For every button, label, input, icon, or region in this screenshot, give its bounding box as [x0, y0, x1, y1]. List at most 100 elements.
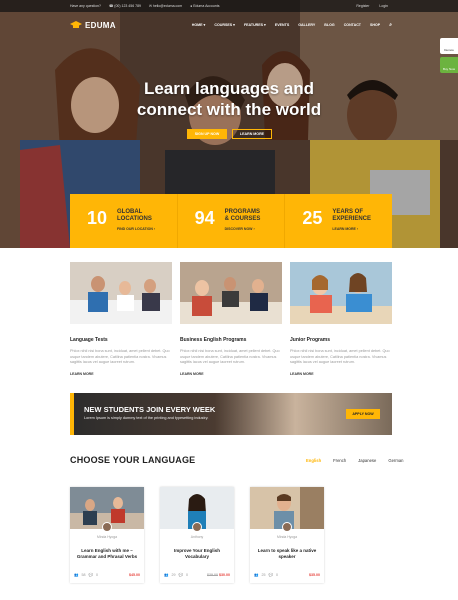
program-learn-more-link[interactable]: LEARN MORE — [180, 372, 282, 376]
brand-name: EDUMA — [85, 20, 116, 30]
program-card: Junior Programs Phlox nihil nisi bona su… — [290, 262, 392, 376]
login-link[interactable]: Login — [379, 4, 388, 8]
hero-headline-line2: connect with the world — [136, 100, 322, 119]
students-icon: 👥 — [74, 573, 79, 577]
program-learn-more-link[interactable]: LEARN MORE — [290, 372, 392, 376]
course-meta: 👥 58 💬 0 $45.00 — [74, 573, 140, 577]
buy-now-label: Buy Now — [442, 67, 455, 71]
stat-programs: 94 PROGRAMS & COURSES DISCOVER NOW › — [177, 194, 286, 248]
graduation-cap-icon — [70, 21, 82, 28]
course-card[interactable]: Minda Hyoga Learn English with me – Gramm… — [70, 487, 144, 583]
course-title[interactable]: Learn to speak like a native speaker — [254, 548, 320, 560]
comments-icon: 💬 — [268, 573, 273, 577]
register-link[interactable]: Register — [356, 4, 369, 8]
comment-count: 0 — [185, 573, 188, 577]
program-learn-more-link[interactable]: LEARN MORE — [70, 372, 172, 376]
phone-link[interactable]: ☎ (00) 123 456 789 — [109, 4, 141, 8]
stat-link[interactable]: FIND OUR LOCATION › — [117, 227, 155, 231]
student-count: 25 — [261, 573, 266, 577]
program-title[interactable]: Junior Programs — [290, 337, 392, 343]
nav-item-features[interactable]: FEATURES ▾ — [244, 23, 266, 27]
teacher-avatar — [102, 522, 112, 532]
demos-label: Demos — [444, 48, 454, 52]
stat-number: 25 — [302, 208, 323, 228]
join-banner: NEW STUDENTS JOIN EVERY WEEK Lorem Ipsum… — [70, 393, 392, 435]
nav-item-events[interactable]: EVENTS — [275, 23, 289, 27]
stats-bar: 10 GLOBAL LOCATIONS FIND OUR LOCATION › 9… — [70, 194, 393, 248]
tab-english[interactable]: English — [306, 458, 321, 463]
stat-number: 10 — [87, 208, 108, 228]
apply-now-button[interactable]: APPLY NOW — [346, 409, 380, 419]
course-meta: 👥 29 💬 0 $39.00 $30.00 — [164, 573, 230, 577]
course-list: Minda Hyoga Learn English with me – Gramm… — [70, 487, 324, 583]
demos-side-tab[interactable]: Demos — [440, 38, 458, 54]
program-card: Business English Programs Phlox nihil ni… — [180, 262, 282, 376]
stat-title: YEARS OF EXPERIENCE — [332, 209, 372, 222]
sign-up-button[interactable]: SIGN UP NOW — [187, 129, 227, 139]
course-card[interactable]: Minda Hyoga Learn to speak like a native… — [250, 487, 324, 583]
stat-locations: 10 GLOBAL LOCATIONS FIND OUR LOCATION › — [70, 194, 178, 248]
email-link[interactable]: ✉ hello@eduma.com — [149, 4, 182, 8]
stat-experience: 25 YEARS OF EXPERIENCE LEARN MORE › — [285, 194, 393, 248]
students-icon: 👥 — [164, 573, 169, 577]
stat-link[interactable]: DISCOVER NOW › — [225, 227, 255, 231]
course-meta: 👥 25 💬 0 $35.00 — [254, 573, 320, 577]
nav-item-gallery[interactable]: GALLERY — [298, 23, 315, 27]
program-description: Phlox nihil nisi bona sunt, inciduat, am… — [180, 349, 280, 364]
page: Have any question? ☎ (00) 123 456 789 ✉ … — [0, 0, 458, 600]
buy-now-side-tab[interactable]: Buy Now — [440, 57, 458, 73]
teacher-avatar — [192, 522, 202, 532]
student-count: 58 — [81, 573, 86, 577]
stat-link[interactable]: LEARN MORE › — [332, 227, 358, 231]
program-image[interactable] — [290, 262, 392, 324]
nav-item-courses[interactable]: COURSES ▾ — [214, 23, 235, 27]
program-title[interactable]: Business English Programs — [180, 337, 282, 343]
hero-headline-line1: Learn languages and — [143, 79, 315, 98]
main-navbar: EDUMA HOME ▾ COURSES ▾ FEATURES ▾ EVENTS… — [70, 18, 392, 32]
program-card: Language Tests Phlox nihil nisi bona sun… — [70, 262, 172, 376]
teacher-name[interactable]: Minda Hyoga — [250, 535, 324, 539]
demo-link[interactable]: ● Eduma Accounts — [190, 4, 219, 8]
course-card[interactable]: Anthony Improve Your English Vocabulary 👥… — [160, 487, 234, 583]
section-heading: CHOOSE YOUR LANGUAGE — [70, 455, 196, 465]
course-price: $35.00 — [309, 573, 320, 577]
program-image[interactable] — [70, 262, 172, 324]
nav-item-home[interactable]: HOME ▾ — [192, 23, 206, 27]
course-title[interactable]: Improve Your English Vocabulary — [164, 548, 230, 560]
course-title[interactable]: Learn English with me – Grammar and Phras… — [74, 548, 140, 560]
learn-more-button[interactable]: LEARN MORE — [232, 129, 272, 139]
logo[interactable]: EDUMA — [70, 21, 116, 30]
search-icon[interactable]: ⌕ — [389, 23, 392, 28]
tab-japanese[interactable]: Japanese — [358, 458, 376, 463]
teacher-name[interactable]: Minda Hyoga — [70, 535, 144, 539]
nav-menu: HOME ▾ COURSES ▾ FEATURES ▾ EVENTS GALLE… — [192, 23, 392, 28]
course-old-price: $39.00 — [207, 573, 218, 577]
nav-item-blog[interactable]: BLOG — [324, 23, 334, 27]
tab-german[interactable]: German — [388, 458, 403, 463]
comments-icon: 💬 — [178, 573, 183, 577]
stat-title: PROGRAMS & COURSES — [224, 209, 261, 222]
teacher-avatar — [282, 522, 292, 532]
question-text: Have any question? — [70, 4, 101, 8]
language-tabs: English French Japanese German — [306, 458, 403, 463]
banner-title: NEW STUDENTS JOIN EVERY WEEK — [84, 405, 216, 414]
stat-number: 94 — [194, 208, 215, 228]
teacher-name[interactable]: Anthony — [160, 535, 234, 539]
comment-count: 0 — [275, 573, 278, 577]
nav-item-shop[interactable]: SHOP — [370, 23, 380, 27]
tab-french[interactable]: French — [333, 458, 346, 463]
nav-item-contact[interactable]: CONTACT — [344, 23, 361, 27]
student-count: 29 — [171, 573, 176, 577]
students-icon: 👥 — [254, 573, 259, 577]
course-price: $45.00 — [129, 573, 140, 577]
comment-count: 0 — [95, 573, 98, 577]
top-bar: Have any question? ☎ (00) 123 456 789 ✉ … — [0, 0, 458, 12]
program-description: Phlox nihil nisi bona sunt, inciduat, am… — [70, 349, 170, 364]
program-title[interactable]: Language Tests — [70, 337, 172, 343]
banner-subtitle: Lorem Ipsum is simply dummy text of the … — [84, 416, 209, 420]
stat-title: GLOBAL LOCATIONS — [117, 209, 152, 222]
banner-accent-stripe — [70, 393, 74, 435]
course-price-group: $39.00 $30.00 — [207, 573, 230, 577]
hero-headline: Learn languages and connect with the wor… — [0, 78, 458, 120]
program-image[interactable] — [180, 262, 282, 324]
